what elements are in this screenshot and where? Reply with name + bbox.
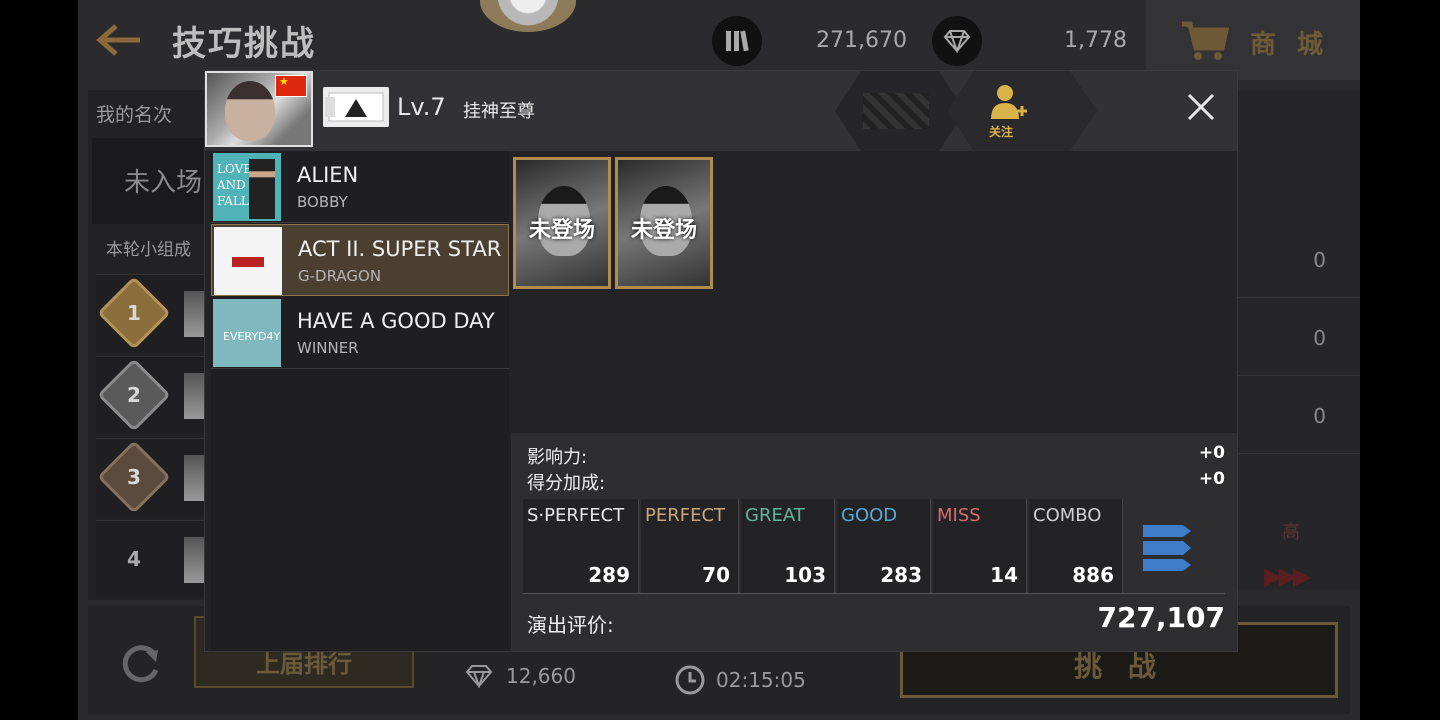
judgement-count: 283 bbox=[880, 563, 922, 587]
judgement-count: 289 bbox=[588, 563, 630, 587]
card-status: 未登场 bbox=[528, 218, 595, 243]
page-title: 技巧挑战 bbox=[172, 24, 316, 64]
judgement-name: MISS bbox=[937, 505, 981, 526]
diamond-icon bbox=[465, 665, 493, 688]
character-card[interactable]: 未登场 bbox=[615, 157, 713, 289]
judgement-column: PERFECT 70 bbox=[641, 499, 739, 593]
refresh-icon[interactable] bbox=[116, 640, 166, 686]
back-arrow-icon[interactable] bbox=[94, 20, 144, 60]
song-item[interactable]: EVERYD4Y HAVE A GOOD DAY WINNER bbox=[211, 297, 509, 369]
player-profile-modal: ★ Lv.7 挂神至尊 关注 LOVE AND FALL ALIEN BOBBY… bbox=[204, 70, 1238, 652]
album-cover bbox=[214, 227, 282, 295]
rank-number: 4 bbox=[127, 547, 141, 571]
song-artist: G-DRAGON bbox=[298, 267, 382, 285]
diamond-icon bbox=[932, 16, 982, 66]
performance-score: 727,107 bbox=[1097, 601, 1225, 634]
close-icon[interactable] bbox=[1181, 87, 1221, 127]
album-cover: EVERYD4Y bbox=[213, 299, 281, 367]
song-title: ALIEN bbox=[297, 163, 359, 187]
prize-value: 12,660 bbox=[506, 664, 576, 688]
song-item-selected[interactable]: ACT II. SUPER STAR G-DRAGON bbox=[211, 224, 509, 296]
judgement-column: S·PERFECT 289 bbox=[523, 499, 639, 593]
add-friend-icon bbox=[991, 85, 1027, 119]
music-currency-icon bbox=[712, 16, 762, 66]
shop-label: 商 城 bbox=[1250, 30, 1330, 60]
score-bonus-label: 得分加成: bbox=[527, 473, 606, 494]
judgement-column: MISS 14 bbox=[933, 499, 1027, 593]
judgement-name: S·PERFECT bbox=[527, 505, 625, 526]
action-hexes: 关注 bbox=[835, 71, 1097, 151]
top-bar: 技巧挑战 271,670 1,778 商 城 bbox=[78, 0, 1360, 80]
rank-row[interactable]: 4 bbox=[96, 520, 216, 598]
judgement-column: GREAT 103 bbox=[741, 499, 835, 593]
influence-label: 影响力: bbox=[527, 447, 588, 468]
clock-icon bbox=[675, 665, 705, 695]
score-row: 0 bbox=[1238, 300, 1360, 376]
score-row: 0 bbox=[1238, 222, 1360, 298]
player-avatar[interactable] bbox=[480, 0, 576, 32]
timer-value: 02:15:05 bbox=[716, 668, 806, 692]
song-artist: WINNER bbox=[297, 339, 359, 357]
album-cover: LOVE AND FALL bbox=[213, 153, 281, 221]
performance-label: 演出评价: bbox=[527, 613, 614, 637]
judgement-name: GREAT bbox=[745, 505, 805, 526]
song-item[interactable]: LOVE AND FALL ALIEN BOBBY bbox=[211, 151, 509, 223]
judgement-name: PERFECT bbox=[645, 505, 726, 526]
score-row: 0 bbox=[1238, 378, 1360, 454]
judgement-count: 103 bbox=[784, 563, 826, 587]
modal-header: ★ Lv.7 挂神至尊 关注 bbox=[205, 71, 1237, 151]
song-list: LOVE AND FALL ALIEN BOBBY ACT II. SUPER … bbox=[211, 151, 509, 651]
song-title: HAVE A GOOD DAY bbox=[297, 309, 495, 333]
judgement-count: 14 bbox=[990, 563, 1018, 587]
score-panel: 0 0 0 bbox=[1238, 90, 1360, 590]
player-title: 挂神至尊 bbox=[463, 101, 535, 122]
group-label: 本轮小组成 bbox=[106, 240, 191, 260]
follow-label: 关注 bbox=[989, 125, 1014, 139]
profile-avatar: ★ bbox=[205, 71, 313, 147]
song-title: ACT II. SUPER STAR bbox=[298, 237, 502, 261]
my-rank-label: 我的名次 bbox=[96, 104, 173, 126]
cart-icon bbox=[1182, 21, 1230, 60]
silver-medal-icon: 2 bbox=[97, 358, 171, 432]
song-artist: BOBBY bbox=[297, 193, 348, 211]
currency1-value: 271,670 bbox=[816, 28, 907, 53]
character-card[interactable]: 未登场 bbox=[513, 157, 611, 289]
china-flag-icon: ★ bbox=[275, 75, 307, 97]
judgement-column: GOOD 283 bbox=[837, 499, 931, 593]
grade-rank-icon bbox=[1143, 525, 1191, 571]
judgement-column: COMBO 886 bbox=[1029, 499, 1123, 593]
rank-row[interactable]: 1 bbox=[96, 274, 216, 352]
judgement-count: 70 bbox=[702, 563, 730, 587]
judgement-name: COMBO bbox=[1033, 505, 1102, 526]
rank-row[interactable]: 3 bbox=[96, 438, 216, 516]
influence-value: +0 bbox=[1198, 443, 1225, 463]
level-badge-icon bbox=[323, 87, 389, 127]
result-stats: 影响力: +0 得分加成: +0 S·PERFECT 289 PERFECT 7… bbox=[511, 433, 1237, 651]
gold-medal-icon: 1 bbox=[97, 276, 171, 350]
speed-label: 高 bbox=[1282, 522, 1300, 543]
speed-arrows-icon[interactable]: ▶▶▶ bbox=[1264, 562, 1311, 590]
my-rank-value: 未入场 bbox=[124, 168, 203, 198]
shop-button[interactable]: 商 城 bbox=[1146, 0, 1360, 80]
currency2-value: 1,778 bbox=[1064, 28, 1127, 53]
card-status: 未登场 bbox=[630, 218, 697, 243]
bronze-medal-icon: 3 bbox=[97, 440, 171, 514]
player-level: Lv.7 bbox=[397, 93, 446, 121]
rank-row[interactable]: 2 bbox=[96, 356, 216, 434]
judgement-count: 886 bbox=[1072, 563, 1114, 587]
judgement-name: GOOD bbox=[841, 505, 898, 526]
judgement-table: S·PERFECT 289 PERFECT 70 GREAT 103 GOOD … bbox=[523, 499, 1225, 593]
team-emblem-icon[interactable] bbox=[835, 71, 965, 151]
score-bonus-value: +0 bbox=[1198, 469, 1225, 489]
